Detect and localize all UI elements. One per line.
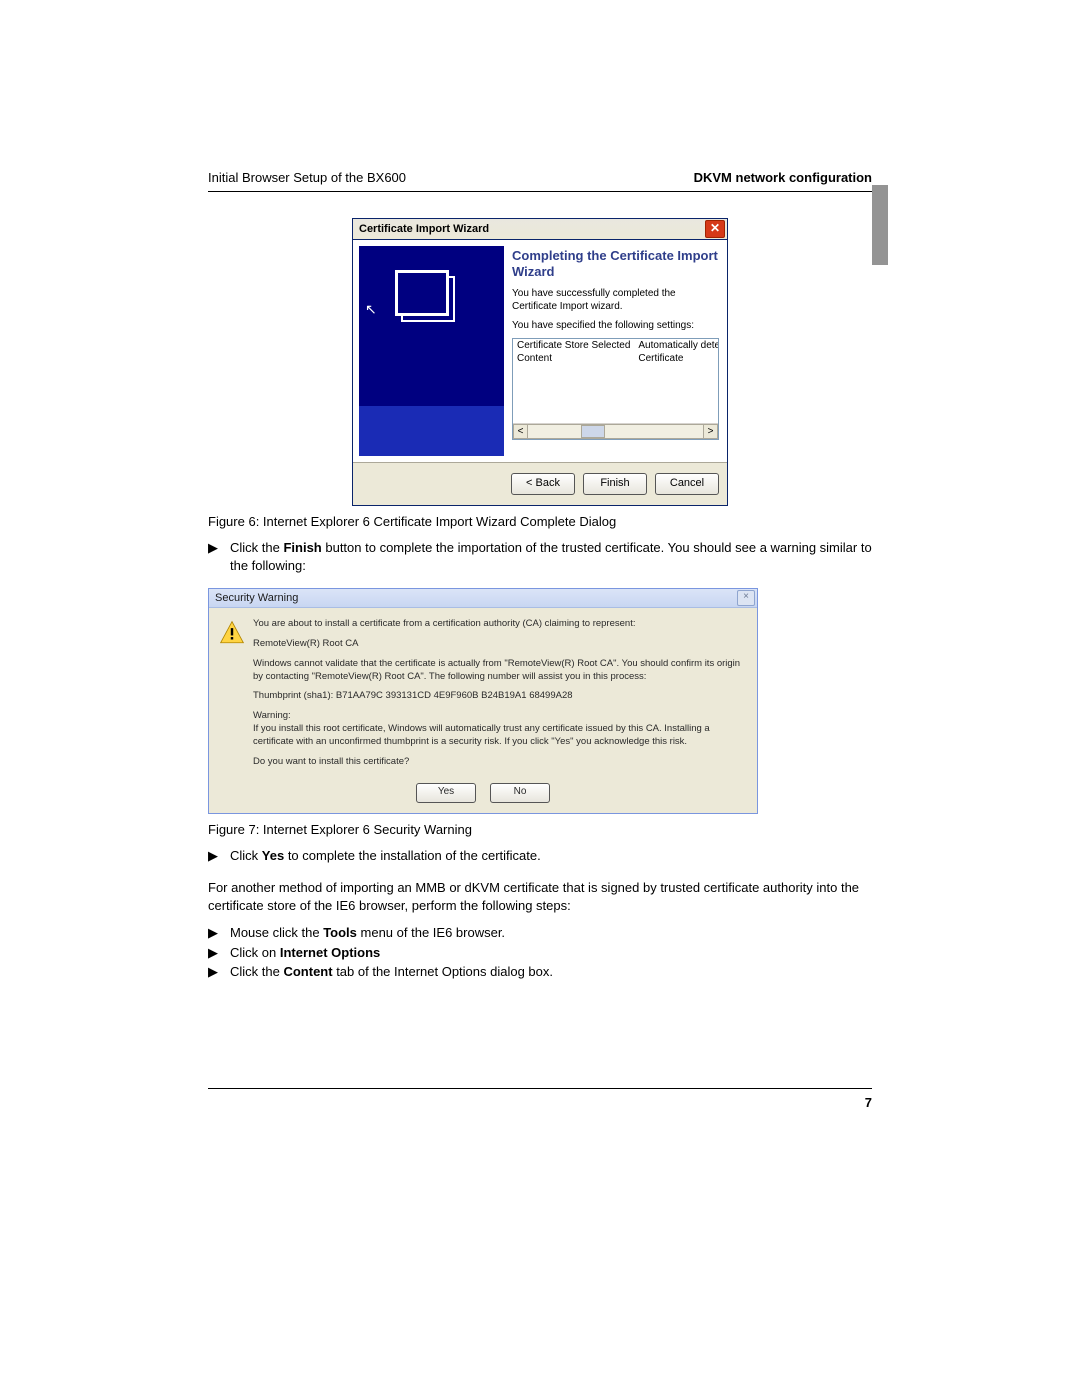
- text-bold: Yes: [262, 848, 284, 863]
- wizard-heading: Completing the Certificate Import Wizard: [512, 248, 719, 279]
- page-header: Initial Browser Setup of the BX600 DKVM …: [208, 170, 872, 191]
- text: Click the: [230, 540, 283, 555]
- table-row: Content Certificate: [513, 352, 719, 365]
- scroll-track[interactable]: [528, 424, 703, 439]
- scroll-right-icon[interactable]: >: [703, 424, 718, 439]
- wizard-settings-list: Certificate Store Selected Automatically…: [512, 338, 719, 440]
- warning-icon: [219, 620, 245, 646]
- text: to complete the installation of the cert…: [284, 848, 541, 863]
- cancel-button[interactable]: Cancel: [655, 473, 719, 495]
- bullet-icon: ▶: [208, 963, 230, 981]
- close-icon[interactable]: ×: [737, 590, 755, 606]
- table-row: Certificate Store Selected Automatically…: [513, 339, 719, 352]
- security-text: RemoteView(R) Root CA: [253, 638, 747, 651]
- wizard-settings-label: You have specified the following setting…: [512, 319, 719, 332]
- finish-button[interactable]: Finish: [583, 473, 647, 495]
- wizard-success-text: You have successfully completed the Cert…: [512, 287, 719, 313]
- page-number: 7: [208, 1095, 872, 1110]
- setting-key: Content: [513, 352, 634, 365]
- close-icon[interactable]: ✕: [705, 220, 725, 238]
- footer-divider: [208, 1088, 872, 1089]
- text: button to complete the importation of th…: [230, 540, 872, 573]
- list-item: ▶ Click the Content tab of the Internet …: [208, 963, 872, 981]
- text: Click on: [230, 945, 280, 960]
- security-title: Security Warning: [215, 592, 298, 604]
- bullet-icon: ▶: [208, 944, 230, 962]
- setting-value: Automatically determined by t: [634, 339, 719, 352]
- text: Click the: [230, 964, 283, 979]
- header-left: Initial Browser Setup of the BX600: [208, 170, 406, 185]
- bullet-icon: ▶: [208, 924, 230, 942]
- cursor-icon: ↖: [365, 301, 377, 318]
- text: menu of the IE6 browser.: [357, 925, 505, 940]
- figure-7-caption: Figure 7: Internet Explorer 6 Security W…: [208, 822, 872, 837]
- security-text: Windows cannot validate that the certifi…: [253, 658, 747, 684]
- back-button[interactable]: < Back: [511, 473, 575, 495]
- text: Mouse click the: [230, 925, 323, 940]
- list-item: ▶ Click Yes to complete the installation…: [208, 847, 872, 865]
- figure-6-caption: Figure 6: Internet Explorer 6 Certificat…: [208, 514, 872, 529]
- list-item: ▶ Mouse click the Tools menu of the IE6 …: [208, 924, 872, 942]
- scroll-thumb[interactable]: [581, 425, 605, 438]
- no-button[interactable]: No: [490, 783, 550, 803]
- wizard-titlebar: Certificate Import Wizard ✕: [353, 219, 727, 240]
- text-bold: Tools: [323, 925, 357, 940]
- bullet-icon: ▶: [208, 847, 230, 865]
- paragraph: For another method of importing an MMB o…: [208, 879, 872, 914]
- security-warning-text: Warning:If you install this root certifi…: [253, 710, 747, 748]
- cert-import-wizard-dialog: Certificate Import Wizard ✕ ↖ Completing…: [352, 218, 728, 506]
- yes-button[interactable]: Yes: [416, 783, 476, 803]
- text-bold: Finish: [283, 540, 321, 555]
- scroll-left-icon[interactable]: <: [513, 424, 528, 439]
- list-item: ▶ Click the Finish button to complete th…: [208, 539, 872, 574]
- wizard-title: Certificate Import Wizard: [359, 223, 489, 235]
- security-warning-dialog: Security Warning × You are about to inst…: [208, 588, 758, 814]
- header-right: DKVM network configuration: [694, 170, 872, 185]
- wizard-banner-image: ↖: [359, 246, 504, 456]
- security-question: Do you want to install this certificate?: [253, 756, 747, 769]
- text-bold: Content: [283, 964, 332, 979]
- header-divider: [208, 191, 872, 192]
- setting-key: Certificate Store Selected: [513, 339, 634, 352]
- horizontal-scrollbar[interactable]: < >: [513, 423, 718, 439]
- security-titlebar: Security Warning ×: [209, 589, 757, 608]
- text: tab of the Internet Options dialog box.: [333, 964, 553, 979]
- text: Click: [230, 848, 262, 863]
- text-bold: Internet Options: [280, 945, 380, 960]
- setting-value: Certificate: [634, 352, 719, 365]
- security-thumbprint: Thumbprint (sha1): B71AA79C 393131CD 4E9…: [253, 690, 747, 703]
- side-index-tab: [872, 185, 888, 265]
- bullet-icon: ▶: [208, 539, 230, 574]
- security-text: You are about to install a certificate f…: [253, 618, 747, 631]
- list-item: ▶ Click on Internet Options: [208, 944, 872, 962]
